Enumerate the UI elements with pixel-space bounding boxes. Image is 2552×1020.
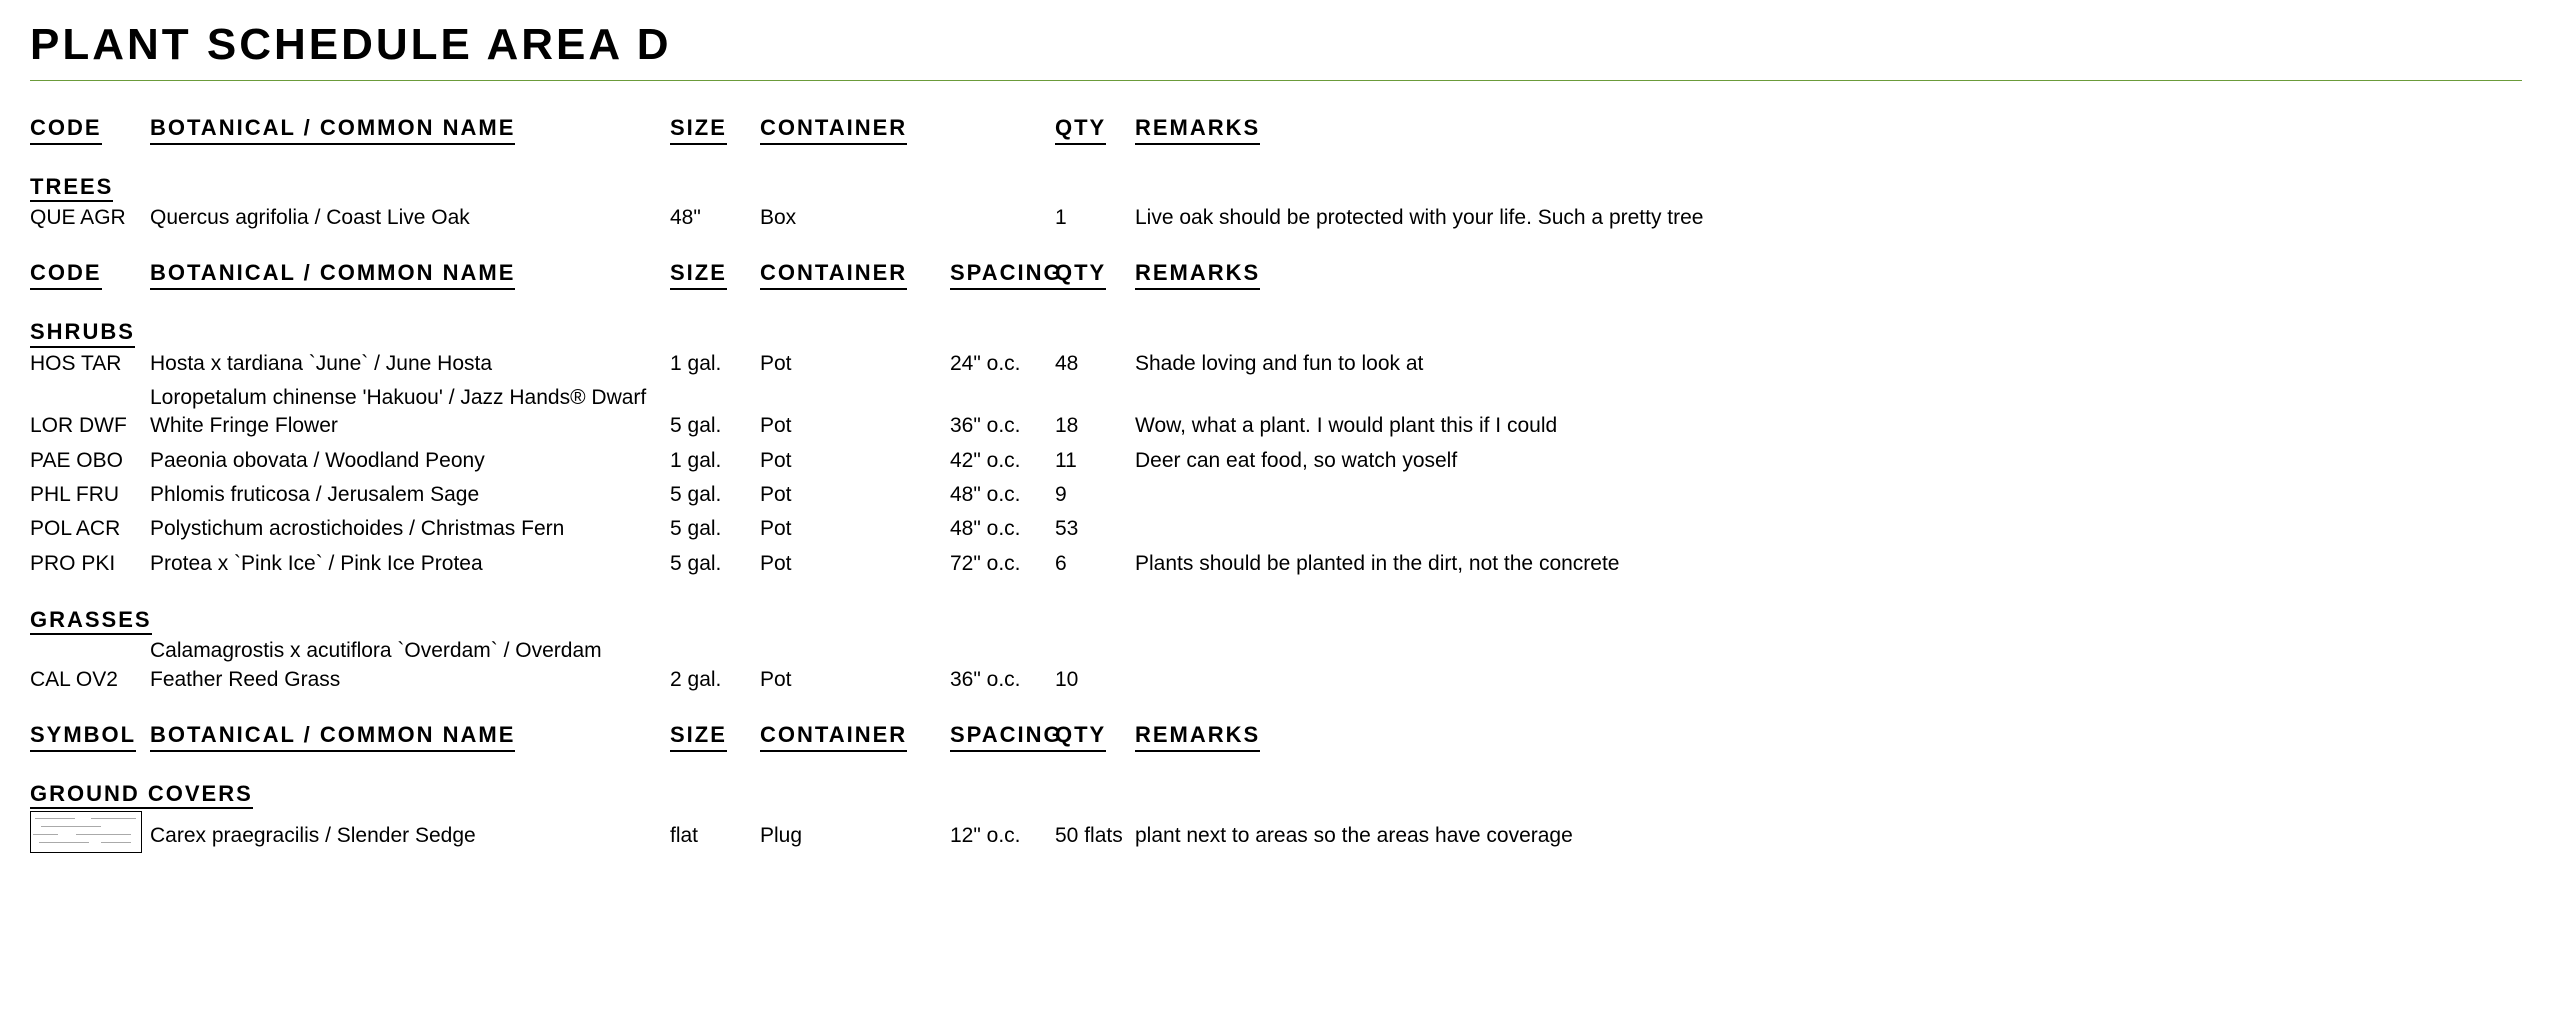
col-size: SIZE [670,258,760,290]
cell-name: Phlomis fruticosa / Jerusalem Sage [150,481,670,509]
cell-container: Plug [760,822,950,850]
section-shrubs: SHRUBS [30,318,2522,348]
table-row: HOS TAR Hosta x tardiana `June` / June H… [30,350,2522,378]
cell-size: 1 gal. [670,447,760,475]
cell-spacing: 36" o.c. [950,666,1055,694]
cell-spacing: 48" o.c. [950,481,1055,509]
table-row: CAL OV2 Calamagrostis x acutiflora `Over… [30,637,2522,694]
cell-name: Polystichum acrostichoides / Christmas F… [150,515,670,543]
table-row: QUE AGR Quercus agrifolia / Coast Live O… [30,204,2522,232]
section-grasses: GRASSES [30,606,2522,636]
cell-code: POL ACR [30,515,150,543]
cell-container: Pot [760,515,950,543]
cell-qty: 1 [1055,204,1135,232]
section-trees: TREES [30,173,2522,203]
col-container: CONTAINER [760,720,950,752]
col-code: CODE [30,113,150,145]
cell-name: Hosta x tardiana `June` / June Hosta [150,350,670,378]
col-remarks: REMARKS [1135,258,2522,290]
header-row-shrubs: CODE BOTANICAL / COMMON NAME SIZE CONTAI… [30,258,2522,290]
cell-code: LOR DWF [30,412,150,440]
table-row: POL ACR Polystichum acrostichoides / Chr… [30,515,2522,543]
cell-container: Pot [760,481,950,509]
col-qty: QTY [1055,258,1135,290]
cell-code: PAE OBO [30,447,150,475]
cell-size: 5 gal. [670,515,760,543]
cell-size: 5 gal. [670,481,760,509]
col-remarks: REMARKS [1135,720,2522,752]
cell-qty: 48 [1055,350,1135,378]
col-name: BOTANICAL / COMMON NAME [150,113,670,145]
cell-name: Quercus agrifolia / Coast Live Oak [150,204,670,232]
plant-schedule-page: PLANT SCHEDULE AREA D CODE BOTANICAL / C… [0,0,2552,1020]
col-code: CODE [30,258,150,290]
table-row: LOR DWF Loropetalum chinense 'Hakuou' / … [30,384,2522,441]
cell-container: Box [760,204,950,232]
cell-size: 5 gal. [670,412,760,440]
col-qty: QTY [1055,720,1135,752]
table-row: Carex praegracilis / Slender Sedge flat … [30,811,2522,861]
cell-size: 2 gal. [670,666,760,694]
cell-remarks: Plants should be planted in the dirt, no… [1135,550,2522,578]
cell-spacing: 36" o.c. [950,412,1055,440]
col-qty: QTY [1055,113,1135,145]
cell-container: Pot [760,666,950,694]
cell-remarks: Shade loving and fun to look at [1135,350,2522,378]
cell-remarks: Wow, what a plant. I would plant this if… [1135,412,2522,440]
page-title: PLANT SCHEDULE AREA D [30,20,2522,81]
cell-remarks: Live oak should be protected with your l… [1135,204,2522,232]
col-symbol: SYMBOL [30,720,150,752]
col-container: CONTAINER [760,113,950,145]
cell-qty: 50 flats [1055,822,1135,850]
cell-container: Pot [760,350,950,378]
cell-spacing: 42" o.c. [950,447,1055,475]
header-row-trees: CODE BOTANICAL / COMMON NAME SIZE CONTAI… [30,113,2522,145]
cell-spacing: 72" o.c. [950,550,1055,578]
col-size: SIZE [670,113,760,145]
cell-qty: 11 [1055,447,1135,475]
cell-size: 5 gal. [670,550,760,578]
cell-container: Pot [760,447,950,475]
table-row: PRO PKI Protea x `Pink Ice` / Pink Ice P… [30,550,2522,578]
cell-symbol [30,811,150,861]
cell-spacing: 48" o.c. [950,515,1055,543]
cell-qty: 9 [1055,481,1135,509]
cell-name: Protea x `Pink Ice` / Pink Ice Protea [150,550,670,578]
hatch-swatch-icon [30,811,142,853]
cell-container: Pot [760,550,950,578]
cell-code: CAL OV2 [30,666,150,694]
cell-name: Paeonia obovata / Woodland Peony [150,447,670,475]
cell-code: PHL FRU [30,481,150,509]
table-row: PHL FRU Phlomis fruticosa / Jerusalem Sa… [30,481,2522,509]
cell-qty: 53 [1055,515,1135,543]
cell-remarks: plant next to areas so the areas have co… [1135,822,2522,850]
cell-code: PRO PKI [30,550,150,578]
cell-size: flat [670,822,760,850]
header-row-groundcovers: SYMBOL BOTANICAL / COMMON NAME SIZE CONT… [30,720,2522,752]
cell-name: Carex praegracilis / Slender Sedge [150,822,670,850]
cell-spacing: 12" o.c. [950,822,1055,850]
cell-size: 1 gal. [670,350,760,378]
cell-qty: 18 [1055,412,1135,440]
table-row: PAE OBO Paeonia obovata / Woodland Peony… [30,447,2522,475]
col-remarks: REMARKS [1135,113,2522,145]
cell-name: Loropetalum chinense 'Hakuou' / Jazz Han… [150,384,670,441]
cell-qty: 10 [1055,666,1135,694]
cell-code: QUE AGR [30,204,150,232]
col-container: CONTAINER [760,258,950,290]
col-spacing: SPACING [950,720,1055,752]
cell-name: Calamagrostis x acutiflora `Overdam` / O… [150,637,670,694]
cell-remarks: Deer can eat food, so watch yoself [1135,447,2522,475]
cell-size: 48" [670,204,760,232]
section-ground-covers: GROUND COVERS [30,780,2522,810]
cell-spacing: 24" o.c. [950,350,1055,378]
cell-container: Pot [760,412,950,440]
cell-code: HOS TAR [30,350,150,378]
col-spacing: SPACING [950,258,1055,290]
col-size: SIZE [670,720,760,752]
col-name: BOTANICAL / COMMON NAME [150,258,670,290]
col-name: BOTANICAL / COMMON NAME [150,720,670,752]
cell-qty: 6 [1055,550,1135,578]
